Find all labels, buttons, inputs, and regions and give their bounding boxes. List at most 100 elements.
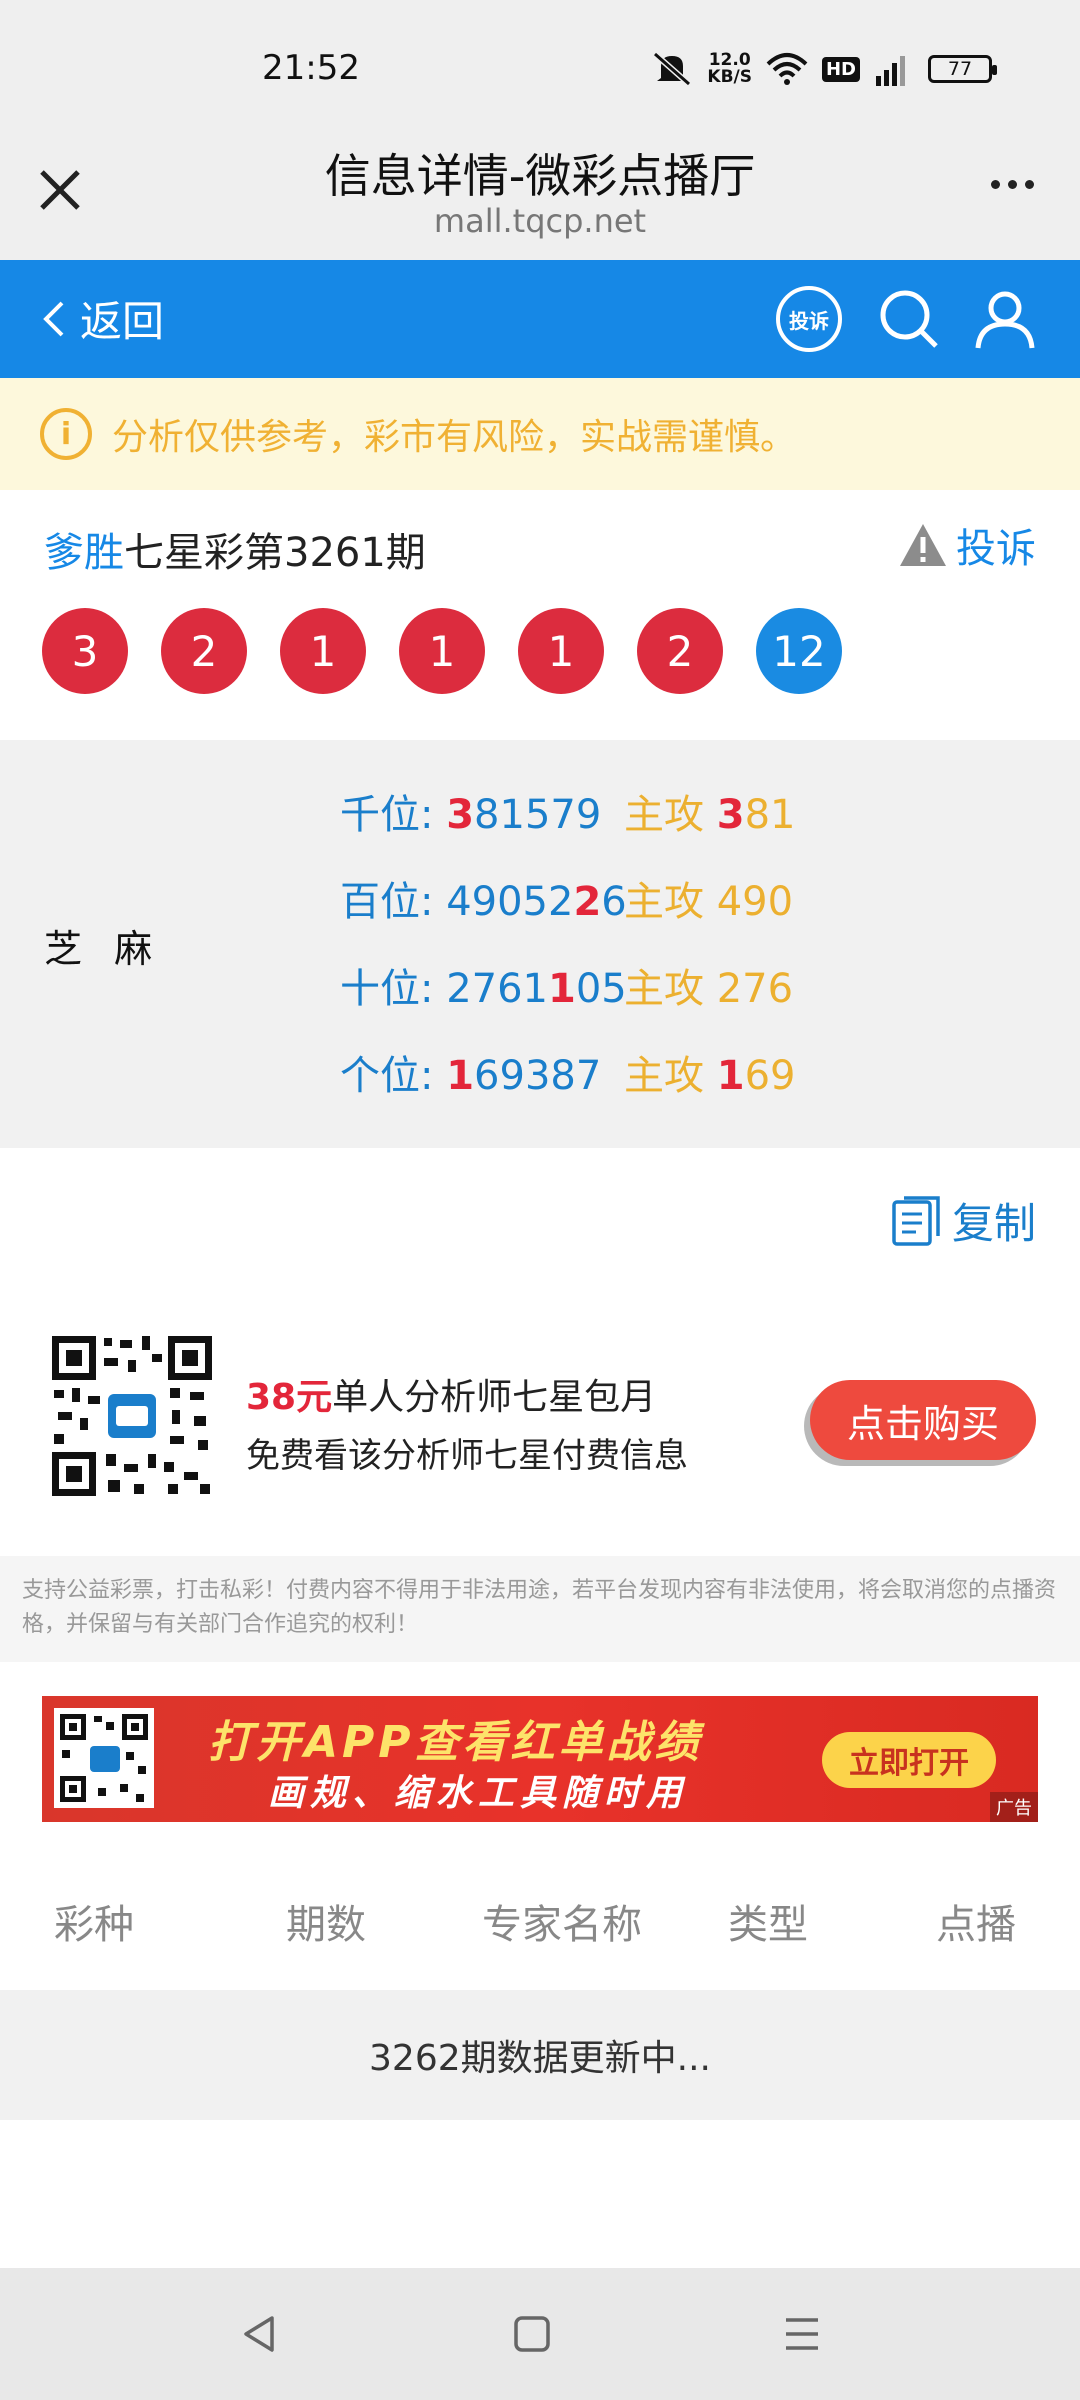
position-digits: 百位: 4905226 — [340, 869, 627, 956]
app-banner-ad[interactable]: 打开APP查看红单战绩 画规、缩水工具随时用 立即打开 广告 — [42, 1696, 1038, 1822]
back-button[interactable]: 返回 — [40, 288, 164, 349]
analysis-lines: 千位: 381579 主攻 381 百位: 4905226 主攻 490 十位: 276… — [340, 782, 795, 1130]
browser-titlebar: 信息详情-微彩点播厅 mall.tqcp.net — [0, 140, 1080, 260]
copy-label: 复制 — [951, 1199, 1036, 1248]
main-attack: 主攻 381 — [624, 782, 795, 869]
position-digits: 个位: 169387 — [340, 1043, 624, 1130]
nav-menu-icon[interactable] — [778, 2310, 826, 2358]
main-label: 主攻 — [624, 1053, 717, 1099]
copy-icon — [892, 1195, 940, 1246]
net-speed: 12.0 KB/S — [707, 52, 752, 86]
main-attack: 主攻 276 — [624, 956, 793, 1043]
mute-icon — [653, 52, 692, 86]
system-navigation-bar — [0, 2268, 1080, 2400]
main-attack: 主攻 490 — [624, 869, 793, 956]
position-label: 个位: — [340, 1053, 447, 1099]
nav-home-icon[interactable] — [508, 2310, 556, 2358]
wifi-icon — [766, 53, 808, 85]
open-app-button[interactable]: 立即打开 — [822, 1732, 996, 1788]
copy-button[interactable]: 复制 — [890, 1190, 1036, 1251]
digit-hit: 1 — [446, 1053, 475, 1099]
position-digits: 千位: 381579 — [340, 782, 624, 869]
number-ball: 1 — [399, 608, 485, 694]
complain-icon-text: 投诉 — [789, 308, 829, 333]
status-bar: 21:52 12.0 KB/S HD 77 — [0, 0, 1080, 140]
number-ball: 2 — [637, 608, 723, 694]
disclaimer: 支持公益彩票，打击私彩！付费内容不得用于非法用途，若平台发现内容有非法使用，将会… — [0, 1556, 1080, 1662]
digits-post: 69387 — [474, 1053, 602, 1099]
ad-tag: 广告 — [990, 1792, 1038, 1822]
back-label: 返回 — [80, 297, 165, 346]
digits-post: 6 — [601, 879, 627, 925]
notice-text: 分析仅供参考，彩市有风险，实战需谨慎。 — [112, 417, 797, 458]
user-icon[interactable] — [972, 286, 1038, 352]
main-label: 主攻 — [624, 966, 717, 1012]
digit-hit: 3 — [446, 792, 475, 838]
position-digits: 十位: 2761105 — [340, 956, 627, 1043]
number-ball: 12 — [756, 608, 842, 694]
warning-icon — [900, 524, 946, 566]
page-title: 信息详情-微彩点播厅 — [324, 149, 756, 203]
main-post: 69 — [744, 1053, 796, 1099]
position-label: 十位: — [340, 966, 447, 1012]
table-header: 彩种 期数 专家名称 类型 点播 — [0, 1876, 1080, 1966]
issue-title: 爹胜七星彩第3261期 — [44, 520, 426, 578]
status-time: 21:52 — [262, 48, 360, 88]
digit-hit: 2 — [573, 879, 602, 925]
main-hit: 3 — [716, 792, 745, 838]
update-status: 3262期数据更新中... — [0, 1990, 1080, 2120]
hd-badge: HD — [821, 56, 860, 82]
site-navbar: 返回 投诉 — [0, 260, 1080, 378]
complain-icon[interactable]: 投诉 — [776, 286, 842, 352]
signal-icon — [876, 56, 905, 86]
page-url: mall.tqcp.net — [433, 202, 647, 240]
author-link[interactable]: 爹胜 — [44, 530, 124, 576]
battery-icon: 77 — [928, 55, 997, 83]
buy-button[interactable]: 点击购买 — [810, 1380, 1036, 1460]
banner-qr-code — [54, 1708, 154, 1808]
net-speed-unit: KB/S — [707, 67, 752, 87]
more-menu-icon[interactable] — [982, 164, 1042, 204]
analyst-name: 芝 麻 — [44, 927, 163, 971]
number-ball: 1 — [518, 608, 604, 694]
issue-name: 七星彩第3261期 — [124, 530, 426, 576]
main-attack: 主攻 169 — [624, 1043, 795, 1130]
banner-title: 打开APP查看红单战绩 — [208, 1717, 703, 1768]
promo-subtitle: 免费看该分析师七星付费信息 — [246, 1436, 688, 1476]
position-label: 千位: — [340, 792, 447, 838]
analysis-line: 十位: 2761105 主攻 276 — [340, 956, 795, 1043]
digits-pre: 2761 — [446, 966, 548, 1012]
main-pre: 276 — [716, 966, 794, 1012]
main-label: 主攻 — [624, 879, 717, 925]
analysis-block: 芝 麻 千位: 381579 主攻 381 百位: 4905226 主攻 490 十位:… — [0, 740, 1080, 1148]
column-header: 期数 — [286, 1902, 366, 1948]
digit-hit: 1 — [548, 966, 576, 1012]
column-header: 类型 — [728, 1902, 808, 1948]
nav-back-icon[interactable] — [236, 2310, 284, 2358]
main-label: 主攻 — [624, 792, 717, 838]
digits-pre: 49052 — [446, 879, 574, 925]
info-icon: i — [40, 408, 92, 460]
main-hit: 1 — [716, 1053, 745, 1099]
position-label: 百位: — [340, 879, 447, 925]
qr-code — [52, 1336, 212, 1496]
search-icon[interactable] — [876, 286, 942, 352]
analysis-line: 百位: 4905226 主攻 490 — [340, 869, 795, 956]
analysis-line: 个位: 169387 主攻 169 — [340, 1043, 795, 1130]
report-label: 投诉 — [956, 526, 1036, 572]
column-header: 专家名称 — [482, 1902, 642, 1948]
risk-notice: i 分析仅供参考，彩市有风险，实战需谨慎。 — [0, 378, 1080, 490]
report-button[interactable]: 投诉 — [898, 516, 1036, 574]
analysis-line: 千位: 381579 主攻 381 — [340, 782, 795, 869]
promo-title: 38元单人分析师七星包月 — [246, 1368, 656, 1420]
digits-post: 81579 — [474, 792, 602, 838]
column-header: 彩种 — [54, 1902, 134, 1948]
battery-level: 77 — [947, 58, 973, 80]
status-icons: 12.0 KB/S HD 77 — [651, 52, 997, 86]
digits-post: 05 — [575, 966, 627, 1012]
promo-price: 38元 — [246, 1377, 333, 1418]
column-header: 点播 — [936, 1902, 1016, 1948]
number-ball: 3 — [42, 608, 128, 694]
promo-title-text: 单人分析师七星包月 — [332, 1377, 657, 1418]
draw-numbers: 3 2 1 1 1 2 12 — [42, 608, 842, 694]
